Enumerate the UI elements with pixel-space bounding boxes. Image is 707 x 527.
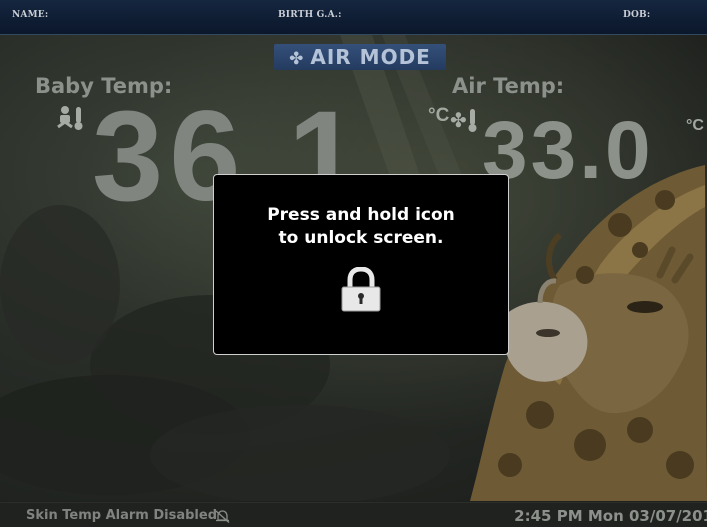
unlock-instruction-line-1: Press and hold icon xyxy=(267,205,455,225)
air-mode-indicator[interactable]: ✤ AIR MODE xyxy=(274,44,446,70)
dob-label: DOB: xyxy=(623,10,651,20)
unlock-instruction-line-2: to unlock screen. xyxy=(278,228,444,248)
air-temp-label: Air Temp: xyxy=(452,74,565,98)
patient-name-label: NAME: xyxy=(12,10,49,20)
baby-temp-unit: °C xyxy=(428,105,450,126)
alarm-status-text: Skin Temp Alarm Disabled xyxy=(26,508,217,523)
air-mode-label: AIR MODE xyxy=(310,45,431,69)
status-bar: Skin Temp Alarm Disabled 2:45 PM Mon 03/… xyxy=(0,502,707,527)
svg-text:✤: ✤ xyxy=(450,108,467,132)
air-temp-unit: °C xyxy=(686,117,704,134)
fan-thermometer-icon: ✤ xyxy=(450,108,477,132)
unlock-dialog: Press and hold icon to unlock screen. xyxy=(213,174,509,355)
date-time-display: 2:45 PM Mon 03/07/201 xyxy=(514,507,707,525)
alarm-muted-icon xyxy=(215,510,230,523)
birth-ga-label: BIRTH G.A.: xyxy=(278,10,342,20)
incubator-screen: NAME: BIRTH G.A.: DOB: ✤ AIR MODE Baby T… xyxy=(0,0,707,527)
fan-icon: ✤ xyxy=(289,49,305,69)
padlock-icon[interactable] xyxy=(340,267,382,313)
patient-info-bar: NAME: BIRTH G.A.: DOB: xyxy=(0,0,707,35)
baby-thermometer-icon xyxy=(57,106,83,130)
